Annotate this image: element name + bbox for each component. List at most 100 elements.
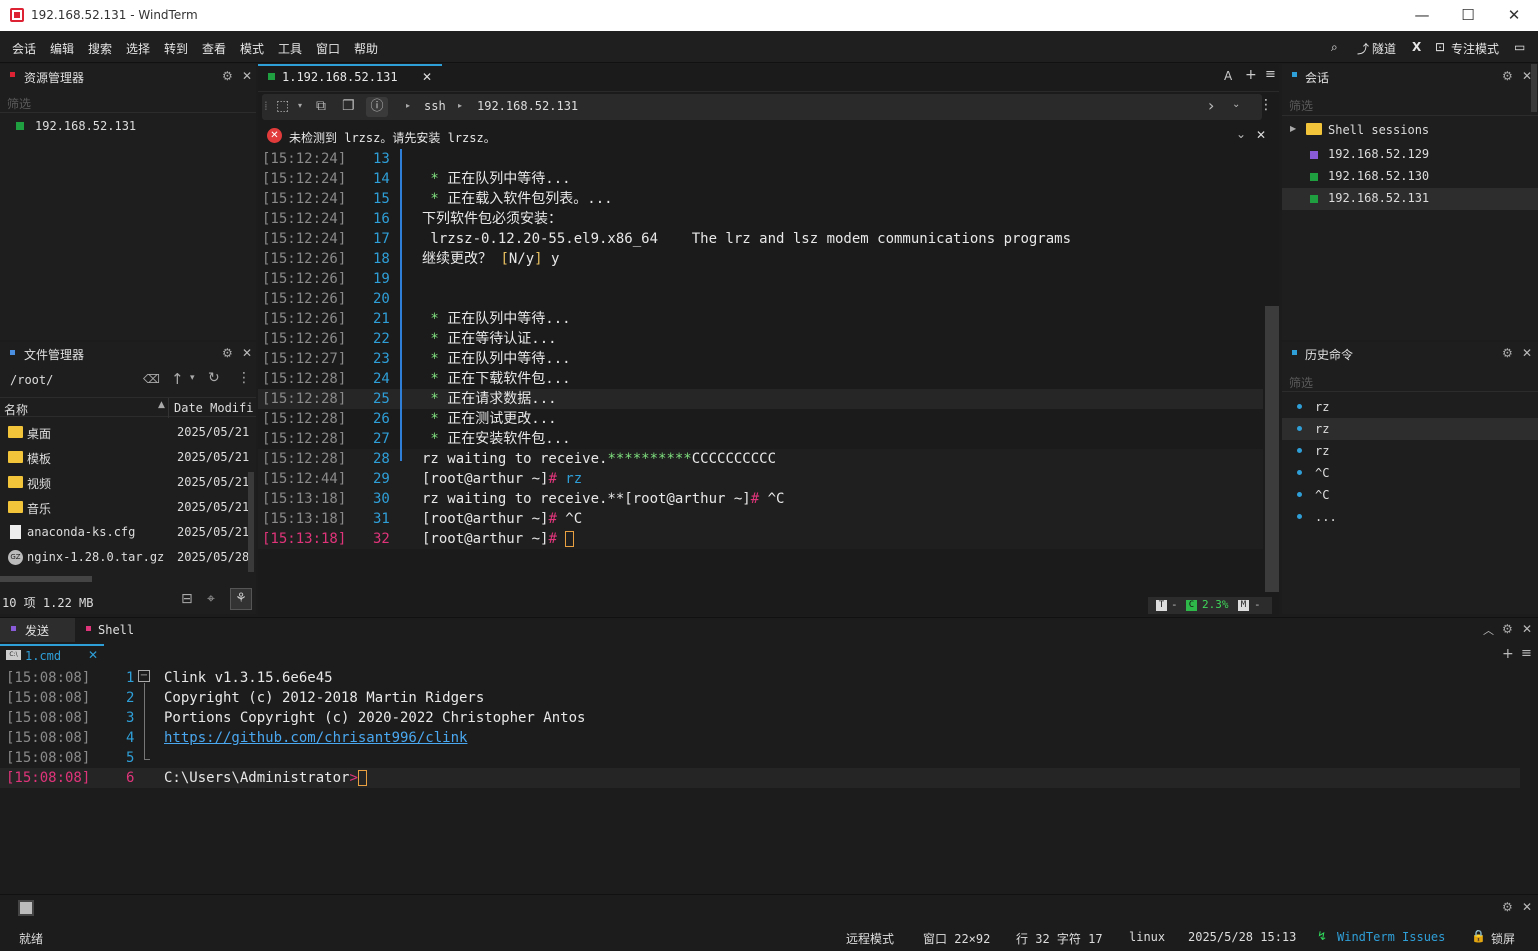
- up-dir-icon[interactable]: ↑: [171, 370, 184, 388]
- focus-mode-button[interactable]: 专注模式: [1451, 40, 1499, 57]
- x-icon[interactable]: X: [1412, 40, 1421, 54]
- search-icon[interactable]: ⌕: [1331, 40, 1338, 55]
- copy-icon[interactable]: ❐: [342, 98, 355, 114]
- tab-menu-button[interactable]: ≡: [1521, 646, 1532, 661]
- chevron-right-icon[interactable]: ▶: [1290, 124, 1296, 133]
- tab-shell[interactable]: Shell: [75, 618, 155, 642]
- explorer-item[interactable]: 192.168.52.131: [35, 119, 136, 133]
- menu-item-2[interactable]: 搜索: [88, 40, 112, 57]
- chevron-down-icon[interactable]: ⌄: [1236, 127, 1246, 141]
- gear-icon[interactable]: ⚙: [1502, 622, 1513, 636]
- new-session-icon[interactable]: ⬚: [276, 98, 289, 114]
- font-button[interactable]: A: [1224, 69, 1232, 83]
- close-icon[interactable]: ✕: [242, 69, 252, 83]
- history-item[interactable]: ^C: [1282, 462, 1538, 484]
- menu-item-3[interactable]: 选择: [126, 40, 150, 57]
- close-tab-icon[interactable]: ✕: [422, 70, 432, 84]
- gear-icon[interactable]: ⚙: [1502, 900, 1513, 914]
- info-icon[interactable]: ⓘ: [366, 97, 388, 117]
- clear-path-icon[interactable]: ⌫: [143, 372, 160, 386]
- gear-icon[interactable]: ⚙: [1502, 346, 1513, 360]
- menu-item-4[interactable]: 转到: [164, 40, 188, 57]
- fold-icon[interactable]: −: [138, 670, 150, 682]
- maximize-button[interactable]: ☐: [1458, 6, 1478, 24]
- close-icon[interactable]: ✕: [1522, 346, 1532, 360]
- location-icon[interactable]: ⌖: [207, 591, 215, 607]
- session-item[interactable]: 192.168.52.131: [1282, 188, 1538, 210]
- sync-icon[interactable]: ⚘: [230, 588, 252, 610]
- close-window-button[interactable]: ✕: [1504, 6, 1524, 24]
- chevron-down-icon[interactable]: ▾: [190, 373, 195, 383]
- horizontal-scrollbar[interactable]: [0, 576, 92, 582]
- gear-icon[interactable]: ⚙: [1502, 69, 1513, 83]
- cursor-position[interactable]: 行 32 字符 17: [1016, 930, 1103, 947]
- session-item[interactable]: 192.168.52.130: [1282, 166, 1538, 188]
- remote-mode[interactable]: 远程模式: [846, 930, 894, 947]
- col-name-header[interactable]: 名称: [4, 401, 28, 418]
- menu-item-5[interactable]: 查看: [202, 40, 226, 57]
- layout-icon[interactable]: ▭: [1514, 40, 1525, 54]
- add-tab-button[interactable]: +: [1502, 646, 1514, 662]
- refresh-icon[interactable]: ↻: [208, 370, 220, 386]
- close-tab-icon[interactable]: ✕: [88, 648, 98, 662]
- session-group[interactable]: Shell sessions: [1328, 123, 1429, 137]
- history-item[interactable]: ...: [1282, 506, 1538, 528]
- tab-cmd[interactable]: C:\ 1.cmd ✕: [0, 644, 104, 666]
- more-icon[interactable]: ⋮: [237, 370, 251, 386]
- chevron-down-icon[interactable]: ⌄: [1232, 99, 1240, 110]
- file-row[interactable]: 音乐 2025/05/21: [0, 495, 249, 520]
- history-item[interactable]: rz: [1282, 418, 1538, 440]
- chevron-up-icon[interactable]: ︿: [1483, 622, 1494, 638]
- more-icon[interactable]: ⋮: [1259, 97, 1273, 113]
- close-icon[interactable]: ✕: [1522, 622, 1532, 636]
- vertical-scrollbar[interactable]: [248, 472, 254, 572]
- focus-icon[interactable]: ⊡: [1435, 40, 1445, 54]
- menu-item-6[interactable]: 模式: [240, 40, 264, 57]
- explorer-filter-input[interactable]: 筛选: [7, 95, 31, 112]
- file-row[interactable]: anaconda-ks.cfg 2025/05/21: [0, 520, 249, 545]
- close-icon[interactable]: ✕: [242, 346, 252, 360]
- window-size[interactable]: 窗口 22×92: [923, 930, 990, 947]
- tab-menu-button[interactable]: ≡: [1265, 67, 1276, 82]
- minimize-button[interactable]: —: [1412, 6, 1432, 24]
- file-row[interactable]: 桌面 2025/05/21: [0, 420, 249, 445]
- chevron-right-icon[interactable]: ›: [1208, 96, 1214, 115]
- tunnel-button[interactable]: 隧道: [1372, 40, 1396, 57]
- history-filter-input[interactable]: 筛选: [1289, 374, 1313, 391]
- file-row[interactable]: 视频 2025/05/21: [0, 470, 249, 495]
- gear-icon[interactable]: ⚙: [222, 69, 233, 83]
- issues-link[interactable]: WindTerm Issues: [1337, 930, 1445, 944]
- tab-send[interactable]: 发送: [0, 618, 75, 642]
- menu-item-7[interactable]: 工具: [278, 40, 302, 57]
- file-row[interactable]: 模板 2025/05/21: [0, 445, 249, 470]
- folder-open-icon[interactable]: ⊟: [181, 591, 193, 607]
- protocol-label[interactable]: ssh: [424, 99, 446, 113]
- menu-item-0[interactable]: 会话: [12, 40, 36, 57]
- history-item[interactable]: ^C: [1282, 484, 1538, 506]
- path-input[interactable]: /root/: [10, 373, 53, 387]
- os-type[interactable]: linux: [1129, 930, 1165, 944]
- close-icon[interactable]: ✕: [1522, 900, 1532, 914]
- cmd-terminal-output[interactable]: [15:08:08] 1 Clink v1.3.15.6e6e45 [15:08:08…: [0, 668, 1520, 798]
- lock-screen-button[interactable]: 锁屏: [1491, 930, 1515, 947]
- document-icon[interactable]: [18, 900, 34, 916]
- sessions-filter-input[interactable]: 筛选: [1289, 97, 1313, 114]
- host-label[interactable]: 192.168.52.131: [477, 99, 578, 113]
- menu-item-1[interactable]: 编辑: [50, 40, 74, 57]
- file-row[interactable]: GZ nginx-1.28.0.tar.gz 2025/05/28: [0, 545, 249, 570]
- tab-session[interactable]: 1.192.168.52.131 ✕: [258, 64, 442, 90]
- chevron-down-icon[interactable]: ▾: [298, 101, 302, 110]
- terminal-output[interactable]: [15:12:24] 13 [15:12:24] 14 * 正在队列中等待... [15…: [258, 149, 1263, 609]
- history-item[interactable]: rz: [1282, 396, 1538, 418]
- session-item[interactable]: 192.168.52.129: [1282, 144, 1538, 166]
- duplicate-icon[interactable]: ⧉: [316, 98, 326, 114]
- terminal-scrollbar[interactable]: [1265, 306, 1279, 592]
- vertical-scrollbar[interactable]: [1531, 64, 1537, 112]
- col-date-header[interactable]: Date Modifi: [174, 401, 253, 415]
- add-tab-button[interactable]: +: [1245, 67, 1257, 83]
- menu-item-8[interactable]: 窗口: [316, 40, 340, 57]
- tunnel-icon[interactable]: ⤴: [1357, 40, 1369, 57]
- close-notice-icon[interactable]: ✕: [1256, 128, 1266, 142]
- history-item[interactable]: rz: [1282, 440, 1538, 462]
- gear-icon[interactable]: ⚙: [222, 346, 233, 360]
